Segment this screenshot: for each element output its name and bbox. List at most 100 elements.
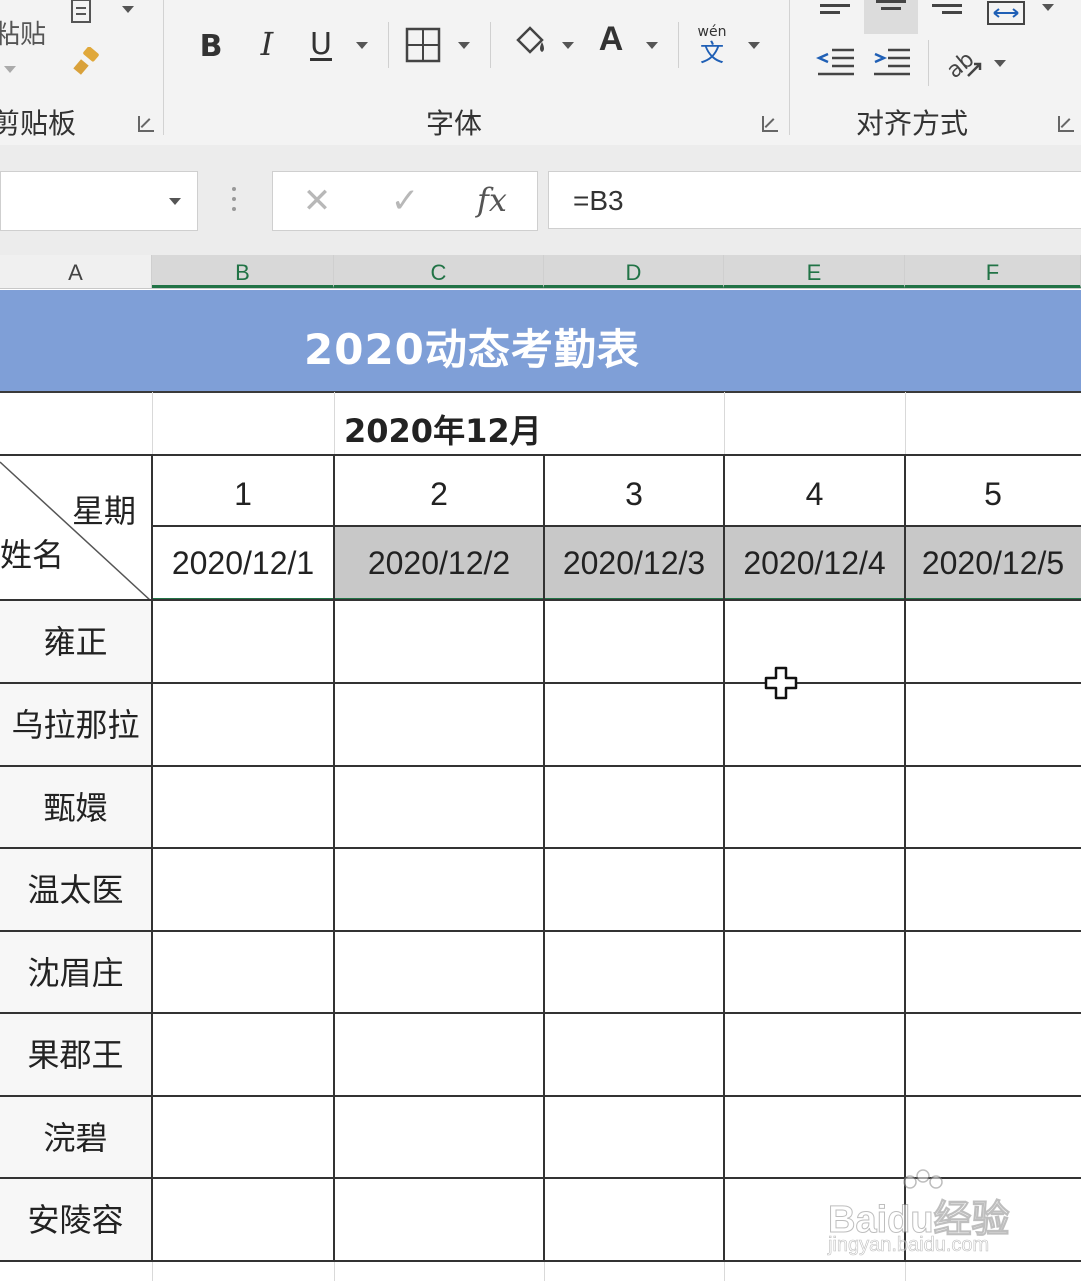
employee-name-cell[interactable]: 温太医 — [0, 849, 151, 931]
table-border — [0, 1095, 1081, 1097]
employee-name-cell[interactable]: 浣碧 — [0, 1097, 151, 1179]
table-border — [0, 930, 1081, 932]
copy-icon[interactable] — [66, 0, 106, 26]
baidu-jingyan-watermark: Baidu经验 jingyan.baidu.com — [828, 1168, 1028, 1268]
font-color-button[interactable]: A — [594, 20, 628, 68]
employee-name-cell[interactable]: 雍正 — [0, 601, 151, 683]
insert-function-icon[interactable]: fx — [469, 180, 515, 220]
corner-name-label: 姓名 — [0, 536, 65, 574]
clipboard-dropdown-icon[interactable] — [4, 66, 16, 73]
formula-bar-grip-icon[interactable] — [228, 181, 240, 217]
bold-button[interactable]: B — [196, 26, 226, 66]
column-header-c[interactable]: C — [334, 255, 544, 288]
table-border — [543, 454, 545, 1262]
column-header-b[interactable]: B — [152, 255, 334, 288]
align-left-icon[interactable] — [820, 0, 850, 20]
table-border — [904, 454, 906, 1262]
gridline — [905, 392, 906, 454]
formula-bar: ✕ ✓ fx =B3 — [0, 145, 1081, 255]
column-header-e[interactable]: E — [724, 255, 905, 288]
font-dialog-launcher-icon[interactable] — [762, 116, 778, 132]
watermark-url-text: jingyan.baidu.com — [828, 1234, 990, 1257]
employee-name-cell[interactable]: 乌拉那拉 — [0, 684, 151, 766]
orientation-icon[interactable]: ab — [942, 42, 984, 80]
alignment-dialog-launcher-icon[interactable] — [1058, 116, 1074, 132]
table-border — [151, 454, 153, 1262]
gridline — [152, 392, 153, 454]
table-border — [0, 1012, 1081, 1014]
clipboard-dialog-launcher-icon[interactable] — [138, 116, 154, 132]
font-group-label: 字体 — [426, 107, 483, 140]
title-cell[interactable]: 2020动态考勤表 — [0, 290, 1081, 393]
font-color-glyph: A — [598, 20, 624, 58]
cancel-icon[interactable]: ✕ — [297, 181, 337, 221]
ribbon-group-divider — [163, 0, 164, 135]
ribbon-group-divider — [789, 0, 790, 135]
increase-indent-icon[interactable] — [872, 46, 912, 80]
gridline — [544, 1262, 545, 1281]
formula-action-panel: ✕ ✓ fx — [272, 171, 538, 231]
gridline — [724, 1262, 725, 1281]
phonetic-dropdown-icon[interactable] — [748, 42, 760, 49]
divider — [490, 22, 491, 68]
selection-border — [151, 525, 1081, 600]
employee-name-cell[interactable]: 沈眉庄 — [0, 932, 151, 1014]
name-box[interactable] — [0, 171, 198, 231]
fill-color-dropdown-icon[interactable] — [562, 42, 574, 49]
paste-label[interactable]: 粘贴 — [0, 14, 46, 51]
format-painter-icon[interactable] — [68, 46, 108, 80]
employee-name-cell[interactable]: 果郡王 — [0, 1014, 151, 1096]
fill-color-icon[interactable] — [510, 22, 550, 66]
name-box-dropdown-icon[interactable] — [169, 198, 181, 205]
align-right-icon[interactable] — [932, 0, 962, 20]
column-header-d[interactable]: D — [544, 255, 724, 288]
merge-dropdown-icon[interactable] — [1042, 4, 1054, 11]
align-center-icon[interactable] — [864, 0, 918, 34]
gridline — [152, 1262, 153, 1281]
alignment-group-label: 对齐方式 — [856, 107, 969, 140]
weekday-number-cell[interactable]: 5 — [905, 476, 1081, 513]
employee-name-cell[interactable]: 甄嬛 — [0, 767, 151, 849]
corner-weekday-label: 星期 — [72, 492, 137, 530]
decrease-indent-icon[interactable] — [816, 46, 856, 80]
weekday-number-cell[interactable]: 3 — [544, 476, 724, 513]
worksheet-grid[interactable]: 2020动态考勤表 2020年12月 2020/12/1 2020/12/2 2… — [0, 288, 1081, 1281]
month-label[interactable]: 2020年12月 — [344, 406, 542, 452]
table-border — [0, 765, 1081, 767]
gridline — [334, 392, 335, 454]
font-color-swatch — [594, 61, 628, 67]
enter-icon[interactable]: ✓ — [385, 181, 425, 221]
table-border — [0, 847, 1081, 849]
table-border — [0, 682, 1081, 684]
weekday-number-cell[interactable]: 1 — [152, 476, 334, 513]
cell-cursor-icon — [764, 666, 798, 700]
phonetic-guide-button[interactable]: wén 文 — [692, 22, 732, 68]
divider — [678, 22, 679, 68]
underline-dropdown-icon[interactable] — [356, 42, 368, 49]
employee-name-cell[interactable]: 安陵容 — [0, 1179, 151, 1261]
sheet-title: 2020动态考勤表 — [304, 325, 640, 374]
table-border — [0, 454, 1081, 456]
weekday-number-cell[interactable]: 2 — [334, 476, 544, 513]
svg-text:ab: ab — [942, 47, 979, 80]
gridline — [334, 1262, 335, 1281]
underline-button[interactable]: U — [306, 24, 336, 64]
copy-dropdown-icon[interactable] — [122, 6, 134, 13]
orientation-dropdown-icon[interactable] — [994, 60, 1006, 67]
table-border — [0, 599, 1081, 601]
formula-input[interactable]: =B3 — [548, 171, 1081, 229]
column-header-a[interactable]: A — [0, 255, 152, 288]
merge-center-icon[interactable] — [986, 0, 1026, 28]
borders-dropdown-icon[interactable] — [458, 42, 470, 49]
borders-icon[interactable] — [404, 26, 442, 64]
italic-button[interactable]: I — [252, 24, 282, 64]
table-border — [152, 525, 1081, 527]
table-border — [723, 454, 725, 1262]
weekday-number-cell[interactable]: 4 — [724, 476, 905, 513]
column-header-f[interactable]: F — [905, 255, 1081, 288]
divider — [928, 40, 929, 86]
table-border — [333, 454, 335, 1262]
font-color-dropdown-icon[interactable] — [646, 42, 658, 49]
column-headers: A B C D E F — [0, 255, 1081, 289]
ribbon: 粘贴 剪贴板 B I U A wén 文 字体 ab 对齐方式 — [0, 0, 1081, 146]
